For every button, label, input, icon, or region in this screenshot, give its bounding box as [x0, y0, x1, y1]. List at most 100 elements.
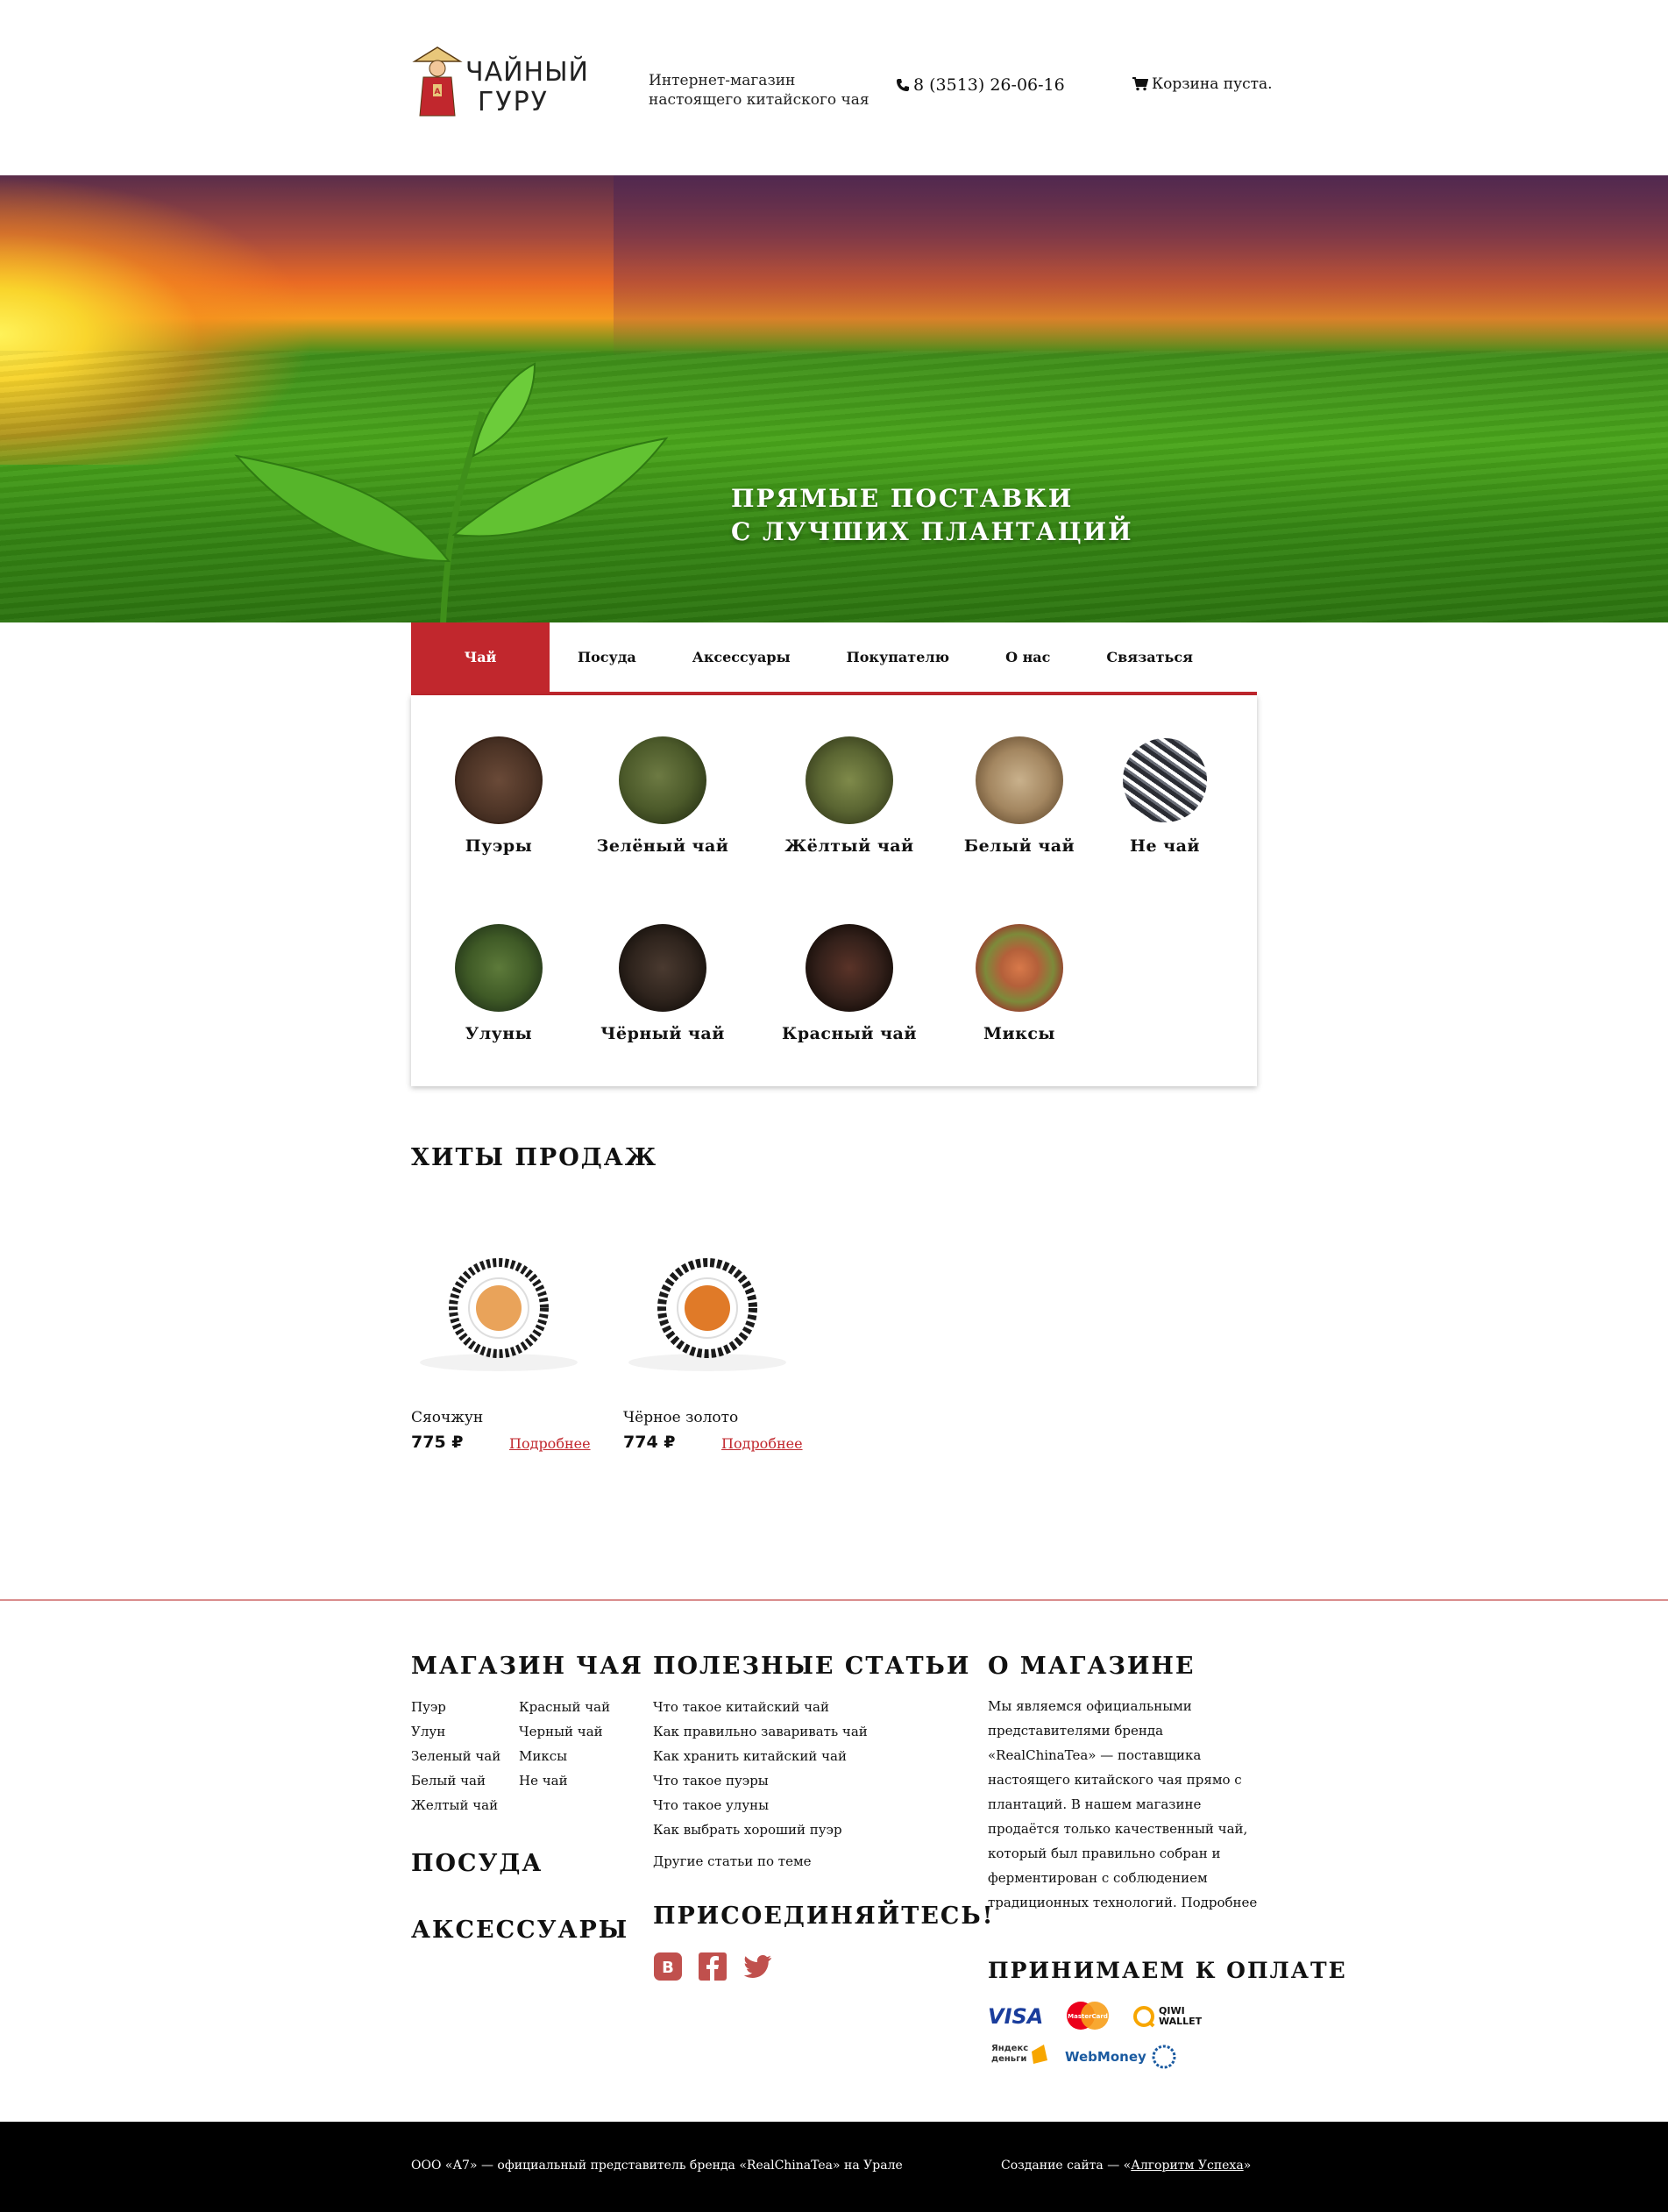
- article-link[interactable]: Как правильно заваривать чай: [653, 1724, 868, 1739]
- footer-link-not-tea[interactable]: Не чай: [519, 1773, 568, 1789]
- about-text: Мы являемся официальными представителями…: [988, 1698, 1258, 1910]
- product-price: 775 ₽: [411, 1433, 464, 1452]
- logo-text-bottom: ГУРУ: [478, 87, 549, 117]
- article-link[interactable]: Что такое улуны: [653, 1797, 769, 1813]
- svg-text:A: A: [435, 88, 441, 96]
- oolong-image: [455, 924, 543, 1012]
- credits-suffix: »: [1243, 2159, 1252, 2173]
- tagline-line-2: настоящего китайского чая: [649, 91, 869, 109]
- mixes-image: [976, 924, 1063, 1012]
- copyright: ООО «А7» — официальный представитель бре…: [411, 2159, 903, 2173]
- cart-status: Корзина пуста.: [1152, 75, 1273, 93]
- product-image: [420, 1258, 578, 1371]
- hero-clouds: [614, 175, 1668, 359]
- webmoney-text: WebMoney: [1065, 2049, 1146, 2065]
- footer-link-oolong[interactable]: Улун: [411, 1724, 445, 1739]
- hero-title-line-1: ПРЯМЫЕ ПОСТАВКИ: [731, 484, 1074, 513]
- footer-link-puer[interactable]: Пуэр: [411, 1699, 446, 1715]
- phone[interactable]: 8 (3513) 26-06-16: [896, 75, 1065, 95]
- category-label: Чёрный чай: [600, 1024, 725, 1043]
- footer-link-black[interactable]: Черный чай: [519, 1724, 603, 1739]
- footer-about-title: О МАГАЗИНЕ: [988, 1653, 1196, 1680]
- tea-categories-panel: Пуэры Зелёный чай Жёлтый чай Белый чай Н…: [411, 695, 1257, 1086]
- footer-shop-title[interactable]: МАГАЗИН ЧАЯ: [411, 1653, 643, 1680]
- category-label: Не чай: [1130, 836, 1200, 856]
- visa-logo: VISA: [988, 2004, 1044, 2029]
- green-tea-image: [619, 736, 706, 824]
- category-label: Зелёный чай: [596, 836, 729, 856]
- category-label: Улуны: [465, 1024, 533, 1043]
- article-link[interactable]: Что такое пуэры: [653, 1773, 769, 1789]
- svg-text:В: В: [662, 1959, 674, 1977]
- product-image: [628, 1258, 786, 1371]
- footer-link-red[interactable]: Красный чай: [519, 1699, 610, 1715]
- credits-prefix: Создание сайта — «: [1001, 2159, 1132, 2173]
- nav-accessories[interactable]: Аксессуары: [664, 622, 819, 692]
- footer-dishes-title[interactable]: ПОСУДА: [411, 1850, 543, 1877]
- logo[interactable]: A ЧАЙНЫЙ ГУРУ: [411, 46, 617, 117]
- other-articles-link[interactable]: Другие статьи по теме: [653, 1853, 812, 1869]
- footer-link-green[interactable]: Зеленый чай: [411, 1748, 500, 1764]
- site-header: A ЧАЙНЫЙ ГУРУ Интернет-магазин настоящег…: [0, 0, 1668, 175]
- hero-banner: ПРЯМЫЕ ПОСТАВКИ С ЛУЧШИХ ПЛАНТАЦИЙ: [0, 175, 1668, 622]
- category-oolong[interactable]: Улуны: [411, 924, 586, 1043]
- yellow-tea-image: [806, 736, 893, 824]
- footer-payment-title: ПРИНИМАЕМ К ОПЛАТЕ: [988, 1958, 1347, 1983]
- cart[interactable]: Корзина пуста.: [1132, 75, 1273, 93]
- footer-link-white[interactable]: Белый чай: [411, 1773, 486, 1789]
- product-name: Чёрное золото: [623, 1409, 739, 1426]
- category-label: Миксы: [983, 1024, 1055, 1043]
- phone-icon: [897, 79, 909, 91]
- category-mixes[interactable]: Миксы: [932, 924, 1107, 1043]
- footer-accessories-title[interactable]: АКСЕССУАРЫ: [411, 1917, 628, 1944]
- category-label: Пуэры: [465, 836, 533, 856]
- white-tea-image: [976, 736, 1063, 824]
- phone-number: 8 (3513) 26-06-16: [913, 75, 1065, 95]
- hero-title: ПРЯМЫЕ ПОСТАВКИ С ЛУЧШИХ ПЛАНТАЦИЙ: [731, 482, 1133, 549]
- article-link[interactable]: Что такое китайский чай: [653, 1699, 829, 1715]
- category-yellow[interactable]: Жёлтый чай: [762, 736, 937, 856]
- article-link[interactable]: Как хранить китайский чай: [653, 1748, 847, 1764]
- product-more-link[interactable]: Подробнее: [509, 1435, 591, 1452]
- product-card[interactable]: Чёрное золото 774 ₽ Подробнее: [623, 1238, 825, 1452]
- category-puer[interactable]: Пуэры: [411, 736, 586, 856]
- footer-link-mixes[interactable]: Миксы: [519, 1748, 567, 1764]
- red-tea-image: [806, 924, 893, 1012]
- footer-articles-title: ПОЛЕЗНЫЕ СТАТЬИ: [653, 1653, 971, 1680]
- nav-dishes[interactable]: Посуда: [550, 622, 664, 692]
- credits-link[interactable]: Алгоритм Успеха: [1131, 2159, 1243, 2173]
- nav-tea[interactable]: Чай: [411, 622, 550, 692]
- category-label: Красный чай: [782, 1024, 917, 1043]
- product-more-link[interactable]: Подробнее: [721, 1435, 803, 1452]
- hits-title: ХИТЫ ПРОДАЖ: [411, 1144, 658, 1171]
- category-green[interactable]: Зелёный чай: [575, 736, 750, 856]
- yandex-wallet-icon: [1032, 2045, 1047, 2064]
- nav-contact[interactable]: Связаться: [1078, 622, 1221, 692]
- category-not-tea[interactable]: Не чай: [1077, 736, 1253, 856]
- category-black[interactable]: Чёрный чай: [575, 924, 750, 1043]
- twitter-icon[interactable]: [743, 1952, 773, 1981]
- product-card[interactable]: Сяочжун 775 ₽ Подробнее: [411, 1238, 613, 1452]
- black-tea-image: [619, 924, 706, 1012]
- hero-title-line-2: С ЛУЧШИХ ПЛАНТАЦИЙ: [731, 517, 1133, 546]
- product-price: 774 ₽: [623, 1433, 676, 1452]
- facebook-icon[interactable]: [698, 1952, 728, 1981]
- nav-buyer[interactable]: Покупателю: [819, 622, 977, 692]
- article-link[interactable]: Как выбрать хороший пуэр: [653, 1822, 842, 1838]
- nav-about[interactable]: О нас: [977, 622, 1078, 692]
- tagline: Интернет-магазин настоящего китайского ч…: [649, 71, 869, 110]
- vk-icon[interactable]: В: [653, 1952, 683, 1981]
- yandex-money-text: Яндекс деньги: [991, 2044, 1029, 2064]
- site-credits: Создание сайта — «Алгоритм Успеха»: [1001, 2159, 1251, 2173]
- tagline-line-1: Интернет-магазин: [649, 72, 796, 89]
- main-nav: Чай Посуда Аксессуары Покупателю О нас С…: [411, 622, 1257, 695]
- cart-icon: [1132, 77, 1148, 91]
- puer-image: [455, 736, 543, 824]
- mastercard-logo: MasterCard: [1067, 2002, 1109, 2030]
- qiwi-icon: [1133, 2006, 1155, 2028]
- webmoney-logo: WebMoney: [1065, 2045, 1176, 2069]
- category-red[interactable]: Красный чай: [762, 924, 937, 1043]
- footer-join-title: ПРИСОЕДИНЯЙТЕСЬ!: [653, 1903, 995, 1930]
- footer-link-yellow[interactable]: Желтый чай: [411, 1797, 498, 1813]
- product-name: Сяочжун: [411, 1409, 484, 1426]
